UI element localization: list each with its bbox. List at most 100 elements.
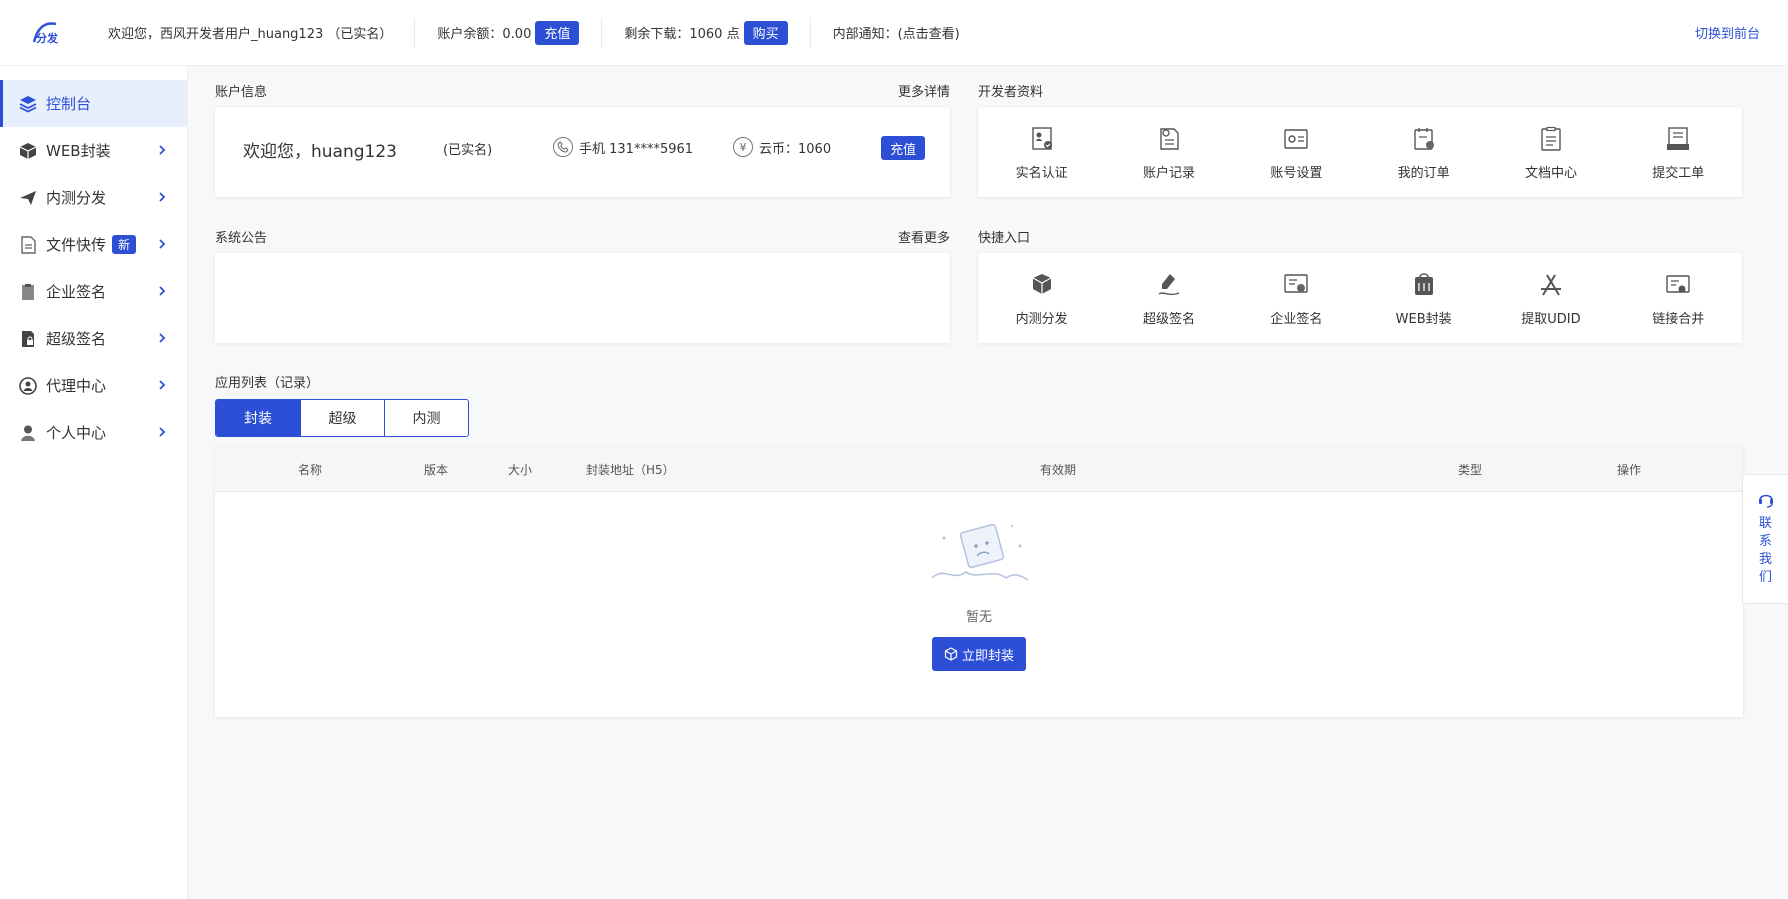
sidebar-item-label: 文件快传 [46,236,107,254]
sidebar: 控制台 WEB封装 内测分发 文件快传 新 企业签名 超级签名 代理中心 个人中… [0,66,188,899]
sidebar-item-agent-center[interactable]: 代理中心 [0,362,187,409]
sidebar-item-enterprise-sign[interactable]: 企业签名 [0,268,187,315]
notice-section-title: 系统公告 [215,231,268,246]
sidebar-item-web-pack[interactable]: WEB封装 [0,127,187,174]
dev-item-orders[interactable]: 我的订单 [1360,107,1487,197]
settings-card-icon [1281,124,1311,154]
quick-item-label: 链接合并 [1652,311,1705,327]
chevron-right-icon [159,333,166,343]
chevron-right-icon [159,286,166,296]
tab-beta[interactable]: 内测 [384,400,468,436]
quick-section-title: 快捷入口 [978,231,1031,246]
pen-sign-icon [1154,270,1184,300]
switch-frontend-link[interactable]: 切换到前台 [1695,23,1760,42]
quick-item-label: 超级签名 [1142,311,1195,327]
quick-card: 内测分发 超级签名 企业签名 WEB封装 提取UDID 链接合并 [978,253,1742,343]
cubes-icon [1027,270,1057,300]
notice-link[interactable]: 内部通知：(点击查看) [833,23,960,42]
document-lock-icon [18,329,38,349]
account-phone: 手机 131****5961 [553,137,693,157]
column-header: 有效期 [1040,463,1077,477]
sidebar-item-personal-center[interactable]: 个人中心 [0,409,187,456]
dev-item-label: 文档中心 [1524,165,1577,181]
yen-icon: ¥ [733,137,753,157]
account-recharge-button[interactable]: 充值 [881,136,926,160]
empty-box-icon [931,523,1029,581]
certificate-icon [1281,270,1311,300]
phone-icon [553,137,573,157]
column-header: 大小 [508,463,533,477]
quick-item-label: 企业签名 [1270,311,1323,327]
dev-item-verify[interactable]: 实名认证 [978,107,1105,197]
dev-item-ticket[interactable]: 提交工单 [1615,107,1742,197]
order-icon [1409,124,1439,154]
file-icon [18,235,38,255]
quick-item-label: 内测分发 [1015,311,1068,327]
logo-icon: 分发 [32,21,59,45]
agent-icon [18,376,38,396]
quick-item-web-pack[interactable]: WEB封装 [1360,253,1487,343]
logo[interactable]: 分发 [22,13,82,53]
quick-item-udid[interactable]: 提取UDID [1487,253,1614,343]
svg-text:分发: 分发 [36,31,59,45]
dev-item-label: 账号设置 [1270,165,1323,181]
sidebar-item-file-transfer[interactable]: 文件快传 新 [0,221,187,268]
column-header: 操作 [1617,463,1642,477]
document-icon [1536,124,1566,154]
notice-segment[interactable]: 内部通知：(点击查看) [811,18,982,48]
quick-item-link-merge[interactable]: 链接合并 [1615,253,1742,343]
downloads-text: 剩余下载：1060 点 [624,27,740,42]
package-icon [1409,270,1439,300]
contact-us-button[interactable]: 联系我们 [1742,474,1788,604]
column-header: 封装地址（H5） [586,463,675,477]
buy-button[interactable]: 购买 [743,20,788,45]
column-header: 版本 [424,463,449,477]
dev-item-docs[interactable]: 文档中心 [1487,107,1614,197]
cube-icon [944,647,958,661]
tab-super[interactable]: 超级 [300,400,384,436]
phone-text: 手机 131****5961 [579,141,694,157]
quick-item-super-sign[interactable]: 超级签名 [1105,253,1232,343]
dev-item-label: 实名认证 [1015,165,1068,181]
welcome-segment: 欢迎您，西风开发者用户_huang123 （已实名） [82,17,416,48]
app-list-title: 应用列表（记录） [215,376,320,391]
coin-text: 云币：1060 [759,141,832,157]
quick-item-enterprise-sign[interactable]: 企业签名 [1233,253,1360,343]
user-icon [18,423,38,443]
chevron-right-icon [159,380,166,390]
chevron-right-icon [159,239,166,249]
dev-item-records[interactable]: 账户记录 [1105,107,1232,197]
account-verified: (已实名) [443,143,493,158]
paper-plane-icon [18,188,38,208]
sidebar-item-dashboard[interactable]: 控制台 [0,80,187,127]
notice-card [215,253,950,343]
notice-more-link[interactable]: 查看更多 [898,227,950,246]
headset-icon [1758,494,1773,508]
sidebar-item-beta-distribution[interactable]: 内测分发 [0,174,187,221]
account-more-link[interactable]: 更多详情 [898,81,950,100]
table-header: 名称 版本 大小 封装地址（H5） 有效期 类型 操作 [215,446,1743,492]
sidebar-item-super-sign[interactable]: 超级签名 [0,315,187,362]
pack-now-label: 立即封装 [961,648,1014,664]
quick-item-beta[interactable]: 内测分发 [978,253,1105,343]
developer-card: 实名认证 账户记录 账号设置 我的订单 文档中心 提交工单 [978,107,1742,197]
app-store-icon [1536,270,1566,300]
recharge-button[interactable]: 充值 [535,20,580,45]
record-icon [1154,124,1184,154]
account-card: 欢迎您，huang123 (已实名) 手机 131****5961 ¥ 云币：1… [215,107,950,197]
tab-pack[interactable]: 封装 [216,400,300,436]
link-merge-icon [1663,270,1693,300]
app-table: 名称 版本 大小 封装地址（H5） 有效期 类型 操作 暂无 立即封装 [215,446,1743,717]
pack-now-button[interactable]: 立即封装 [931,637,1026,671]
top-bar: 分发 欢迎您，西风开发者用户_huang123 （已实名） 账户余额：0.00 … [0,0,1788,66]
chevron-right-icon [159,192,166,202]
dev-item-label: 账户记录 [1142,165,1195,181]
sidebar-item-label: 内测分发 [46,189,107,207]
clipboard-icon [18,282,38,302]
new-badge: 新 [112,235,137,254]
box-icon [18,141,38,161]
sidebar-item-label: 控制台 [46,95,92,113]
quick-item-label: 提取UDID [1521,311,1581,327]
dev-item-settings[interactable]: 账号设置 [1233,107,1360,197]
chevron-right-icon [159,427,166,437]
